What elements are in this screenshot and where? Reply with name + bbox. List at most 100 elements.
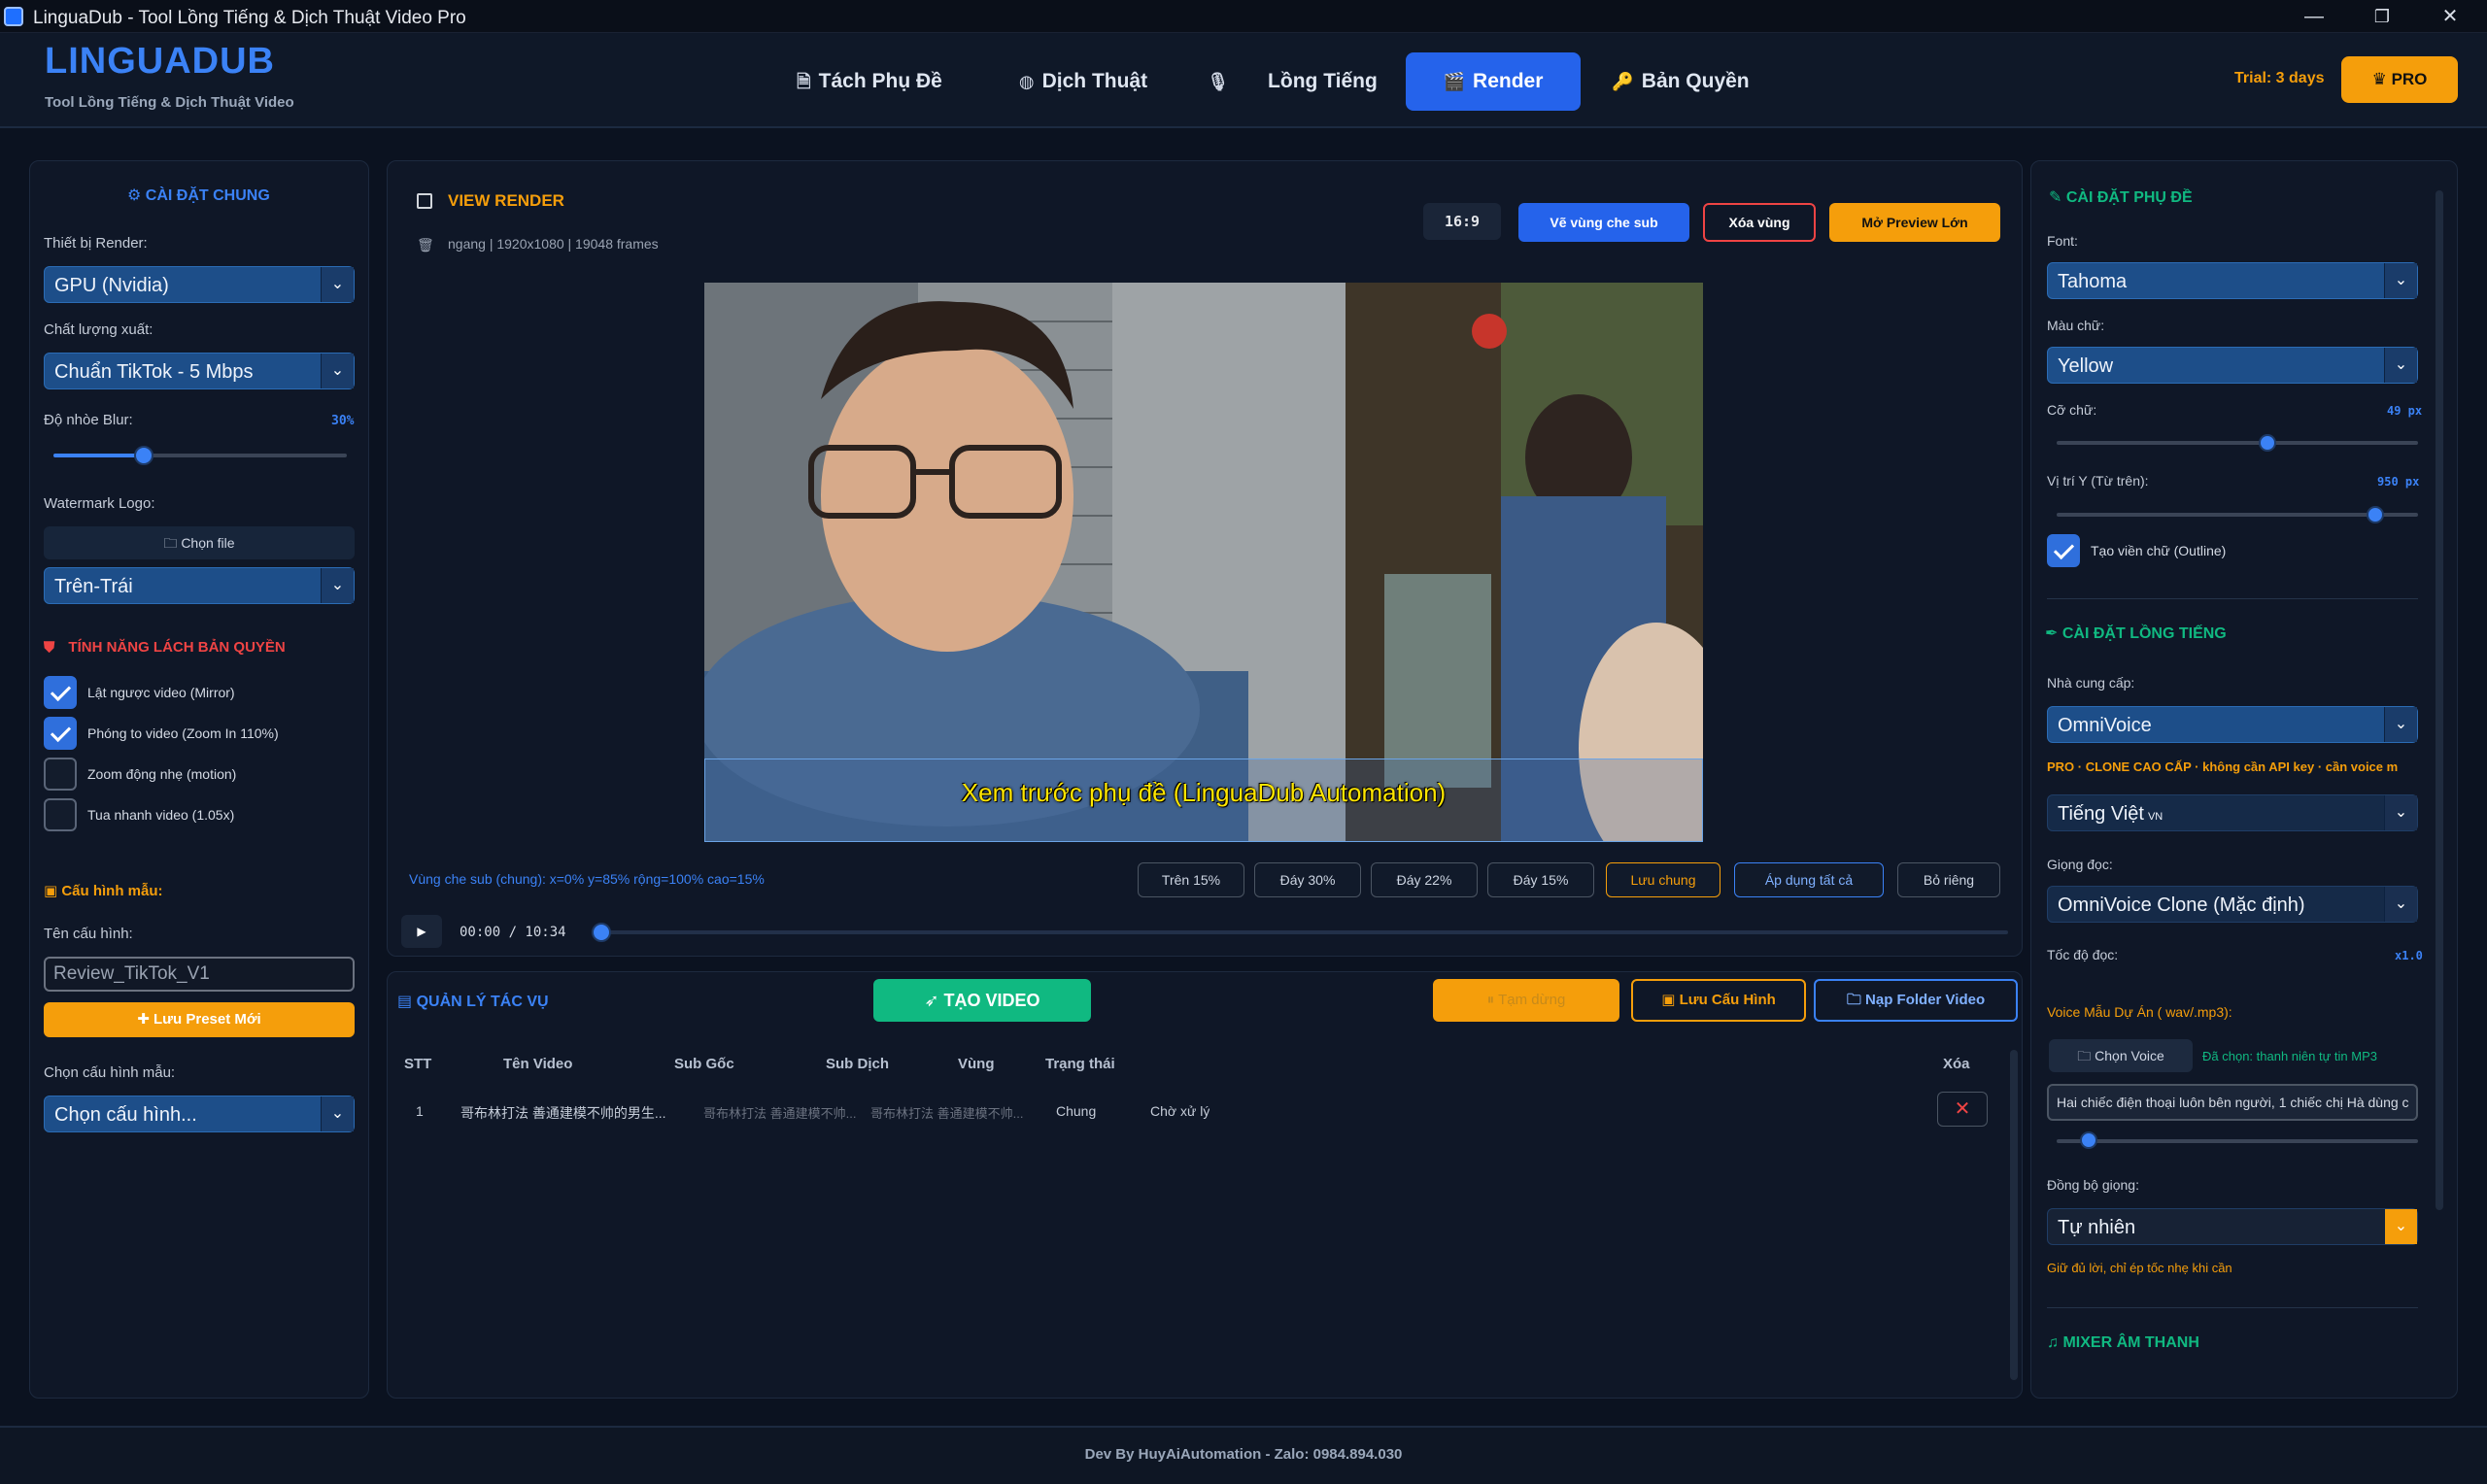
open-preview-button[interactable]: Mở Preview Lớn [1829,203,2000,242]
voice-label: Giọng đọc: [2047,857,2113,872]
cell-sub-dst: 哥布林打法 善通建模不帅... [870,1106,1024,1121]
cell-status: Chờ xử lý [1150,1103,1210,1119]
tab-tach-phu-de[interactable]: 🗎 Tách Phụ Đề [777,52,962,111]
zone-top15-button[interactable]: Trên 15% [1138,862,1244,897]
zone-bottom15-button[interactable]: Đáy 15% [1487,862,1594,897]
pro-label: PRO [2391,70,2428,88]
rocket-icon: ➶ [924,991,944,1010]
outline-checkbox[interactable] [2047,534,2080,567]
draw-zone-button[interactable]: Vẽ vùng che sub [1518,203,1689,242]
preset-select-value: Chọn cấu hình... [54,1104,197,1126]
speedup-checkbox[interactable] [44,798,77,831]
save-preset-button[interactable]: ✚ Lưu Preset Mới [44,1002,355,1037]
load-folder-button[interactable]: 🗀 Nạp Folder Video [1814,979,2018,1022]
watermark-position-select[interactable]: Trên-Trái ⌄ [44,567,355,604]
voice-sample-label: Voice Mẫu Dự Án ( wav/.mp3): [2047,1004,2232,1020]
app-header: LINGUADUB Tool Lồng Tiếng & Dịch Thuật V… [0,33,2487,128]
language-value: Tiếng Việt [2058,803,2144,825]
posy-slider-track[interactable] [2057,513,2418,517]
play-button[interactable]: ▶ [401,915,442,948]
motion-zoom-label: Zoom động nhẹ (motion) [87,766,237,782]
close-window-button[interactable]: ✕ [2421,2,2479,31]
skip-own-button[interactable]: Bỏ riêng [1897,862,2000,897]
provider-select[interactable]: OmniVoice ⌄ [2047,706,2418,743]
sample-slider-track[interactable] [2057,1139,2418,1143]
save-common-button[interactable]: Lưu chung [1606,862,1720,897]
tab-long-tieng[interactable]: 🎙 Lồng Tiếng [1195,52,1389,111]
subtitle-settings-title: ✎ CÀI ĐẶT PHỤ ĐỀ [2049,187,2193,207]
microphone-icon: 🎙 [1207,72,1230,91]
video-preview[interactable]: Xem trước phụ đề (LinguaDub Automation) [704,283,1703,842]
voice-value: OmniVoice Clone (Mặc định) [2058,894,2305,916]
size-slider-track[interactable] [2057,441,2418,445]
voice-settings-title: ✒ CÀI ĐẶT LỒNG TIẾNG [2045,624,2227,643]
chevron-down-icon: ⌄ [2384,263,2417,298]
mirror-checkbox[interactable] [44,676,77,709]
preset-name-input[interactable]: Review_TikTok_V1 [44,957,355,992]
tab-render[interactable]: 🎬 Render [1406,52,1581,111]
general-settings-panel: ⚙ CÀI ĐẶT CHUNG Thiết bị Render: GPU (Nv… [29,160,369,1399]
subtitle-settings-panel: ✎ CÀI ĐẶT PHỤ ĐỀ Font: Tahoma ⌄ Màu chữ: … [2030,160,2458,1399]
posy-slider-knob[interactable] [2367,506,2385,523]
tab-label: Lồng Tiếng [1268,70,1378,92]
choose-file-button[interactable]: 🗀 Chọn file [44,526,355,559]
sample-slider-knob[interactable] [2080,1131,2097,1149]
key-icon: 🔑 [1612,72,1634,91]
trash-icon: 🗑 [417,237,434,253]
create-video-button[interactable]: ➶ TẠO VIDEO [873,979,1091,1022]
zone-bottom22-button[interactable]: Đáy 22% [1371,862,1478,897]
zone-bottom30-button[interactable]: Đáy 30% [1254,862,1361,897]
task-manager-title: ▤ QUẢN LÝ TÁC VỤ [397,992,549,1011]
voice-select[interactable]: OmniVoice Clone (Mặc định) ⌄ [2047,886,2418,923]
timeline-knob[interactable] [592,923,611,942]
apply-all-button[interactable]: Áp dụng tất cả [1734,862,1884,897]
sync-value: Tự nhiên [2058,1217,2136,1238]
preset-select[interactable]: Chọn cấu hình... ⌄ [44,1096,355,1132]
right-scrollbar[interactable] [2436,190,2443,1210]
font-select[interactable]: Tahoma ⌄ [2047,262,2418,299]
scrollbar[interactable] [2010,1050,2018,1380]
app-icon [4,7,23,26]
chevron-down-icon: ⌄ [321,568,354,603]
pause-button[interactable]: ⏸ Tạm dừng [1433,979,1619,1022]
restore-button[interactable]: ❐ [2353,2,2411,31]
brand-subtitle: Tool Lồng Tiếng & Dịch Thuật Video [45,94,294,111]
create-video-label: TẠO VIDEO [943,991,1040,1010]
zoom-in-checkbox[interactable] [44,717,77,750]
tab-dich-thuat[interactable]: ◍ Dịch Thuật [1001,52,1166,111]
motion-zoom-checkbox[interactable] [44,758,77,791]
device-label: Thiết bị Render: [44,235,148,252]
pause-label: Tạm dừng [1498,992,1566,1008]
size-slider-knob[interactable] [2258,434,2276,452]
preset-name-label: Tên cấu hình: [44,926,133,942]
delete-row-button[interactable]: ✕ [1937,1092,1988,1127]
blur-slider-knob[interactable] [133,446,153,465]
sync-select[interactable]: Tự nhiên ⌄ [2047,1208,2418,1245]
copyright-title: ⛊ TÍNH NĂNG LÁCH BẢN QUYỀN [44,639,286,656]
tab-ban-quyen[interactable]: 🔑 Bản Quyền [1603,52,1758,111]
pro-button[interactable]: ♛ PRO [2341,56,2458,103]
section-title-text: TÍNH NĂNG LÁCH BẢN QUYỀN [68,639,286,656]
timeline-track[interactable] [599,930,2008,934]
section-title-text: Cấu hình mẫu: [61,883,163,899]
ratio-badge[interactable]: 16:9 [1423,203,1501,240]
column-header-status: Trạng thái [1045,1056,1115,1072]
quality-select[interactable]: Chuẩn TikTok - 5 Mbps ⌄ [44,353,355,389]
minimize-button[interactable]: — [2285,2,2343,31]
section-title-text: MIXER ÂM THANH [2062,1334,2199,1351]
language-select[interactable]: Tiếng Việt VN ⌄ [2047,794,2418,831]
tab-label: Render [1473,70,1544,92]
provider-value: OmniVoice [2058,715,2152,736]
blur-slider-fill [53,454,142,457]
zoom-in-label: Phóng to video (Zoom In 110%) [87,725,279,741]
color-select[interactable]: Yellow ⌄ [2047,347,2418,384]
blur-label: Độ nhòe Blur: [44,412,133,428]
sample-text-input[interactable]: Hai chiếc điện thoại luôn bên người, 1 c… [2047,1084,2418,1121]
device-select[interactable]: GPU (Nvidia) ⌄ [44,266,355,303]
clear-zone-button[interactable]: Xóa vùng [1703,203,1816,242]
save-config-button[interactable]: ▣ Lưu Cấu Hình [1631,979,1806,1022]
footer: Dev By HuyAiAutomation - Zalo: 0984.894.… [0,1426,2487,1484]
chevron-down-icon: ⌄ [321,1096,354,1131]
choose-voice-button[interactable]: 🗀 Chọn Voice [2049,1039,2193,1072]
view-render-panel: VIEW RENDER 🗑 ngang | 1920x1080 | 19048 … [387,160,2023,957]
